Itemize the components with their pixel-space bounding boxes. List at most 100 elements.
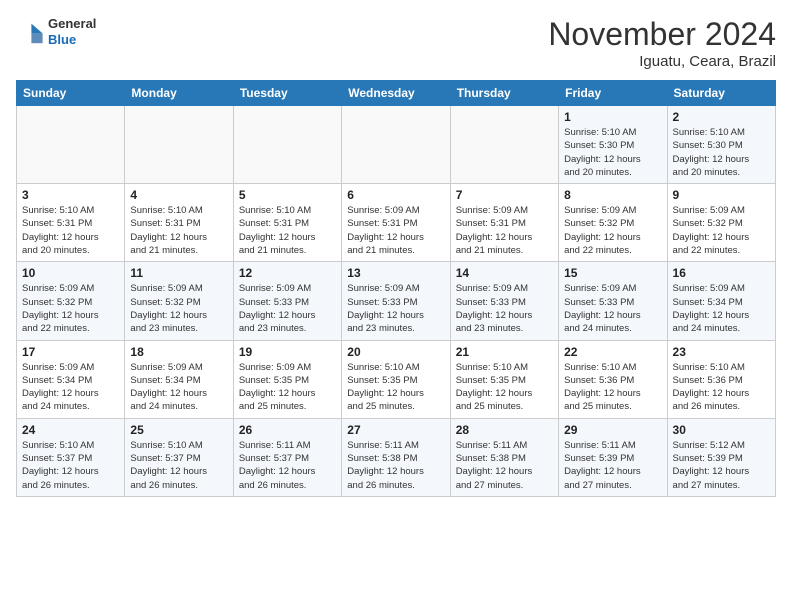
day-cell: 16 Sunrise: 5:09 AM Sunset: 5:34 PM Dayli…: [667, 262, 775, 340]
day-number: 4: [130, 188, 227, 202]
day-info: Sunrise: 5:11 AM Sunset: 5:38 PM Dayligh…: [456, 439, 553, 492]
day-info: Sunrise: 5:09 AM Sunset: 5:35 PM Dayligh…: [239, 361, 336, 414]
day-number: 18: [130, 345, 227, 359]
day-cell: 5Sunrise: 5:10 AM Sunset: 5:31 PM Daylig…: [233, 184, 341, 262]
day-cell: 23 Sunrise: 5:10 AM Sunset: 5:36 PM Dayli…: [667, 340, 775, 418]
day-info: Sunrise: 5:10 AM Sunset: 5:30 PM Dayligh…: [673, 126, 770, 179]
day-cell: 21Sunrise: 5:10 AM Sunset: 5:35 PM Dayli…: [450, 340, 558, 418]
day-cell: 28 Sunrise: 5:11 AM Sunset: 5:38 PM Dayli…: [450, 418, 558, 496]
day-info: Sunrise: 5:09 AM Sunset: 5:31 PM Dayligh…: [347, 204, 444, 257]
day-info: Sunrise: 5:09 AM Sunset: 5:31 PM Dayligh…: [456, 204, 553, 257]
day-info: Sunrise: 5:10 AM Sunset: 5:31 PM Dayligh…: [130, 204, 227, 257]
day-number: 26: [239, 423, 336, 437]
day-info: Sunrise: 5:09 AM Sunset: 5:32 PM Dayligh…: [22, 282, 119, 335]
week-row-3: 10 Sunrise: 5:09 AM Sunset: 5:32 PM Dayli…: [17, 262, 776, 340]
header-day-wednesday: Wednesday: [342, 81, 450, 106]
page-title: November 2024: [548, 16, 776, 53]
header-day-monday: Monday: [125, 81, 233, 106]
day-number: 9: [673, 188, 770, 202]
day-info: Sunrise: 5:09 AM Sunset: 5:34 PM Dayligh…: [673, 282, 770, 335]
day-cell: 29 Sunrise: 5:11 AM Sunset: 5:39 PM Dayli…: [559, 418, 667, 496]
header-day-sunday: Sunday: [17, 81, 125, 106]
logo-icon: [16, 18, 44, 46]
day-cell: 3 Sunrise: 5:10 AM Sunset: 5:31 PM Daylig…: [17, 184, 125, 262]
day-info: Sunrise: 5:09 AM Sunset: 5:33 PM Dayligh…: [239, 282, 336, 335]
day-cell: 8Sunrise: 5:09 AM Sunset: 5:32 PM Daylig…: [559, 184, 667, 262]
day-number: 2: [673, 110, 770, 124]
day-number: 16: [673, 266, 770, 280]
day-number: 21: [456, 345, 553, 359]
page-subtitle: Iguatu, Ceara, Brazil: [548, 53, 776, 70]
day-number: 11: [130, 266, 227, 280]
day-number: 29: [564, 423, 661, 437]
day-info: Sunrise: 5:09 AM Sunset: 5:34 PM Dayligh…: [130, 361, 227, 414]
day-cell: 12Sunrise: 5:09 AM Sunset: 5:33 PM Dayli…: [233, 262, 341, 340]
header-day-friday: Friday: [559, 81, 667, 106]
day-info: Sunrise: 5:09 AM Sunset: 5:33 PM Dayligh…: [456, 282, 553, 335]
day-number: 23: [673, 345, 770, 359]
header-row: SundayMondayTuesdayWednesdayThursdayFrid…: [17, 81, 776, 106]
day-number: 3: [22, 188, 119, 202]
day-info: Sunrise: 5:09 AM Sunset: 5:32 PM Dayligh…: [564, 204, 661, 257]
logo: General Blue: [16, 16, 96, 47]
logo-text: General Blue: [48, 16, 96, 47]
day-cell: 14 Sunrise: 5:09 AM Sunset: 5:33 PM Dayli…: [450, 262, 558, 340]
day-number: 25: [130, 423, 227, 437]
day-cell: 9 Sunrise: 5:09 AM Sunset: 5:32 PM Daylig…: [667, 184, 775, 262]
week-row-4: 17Sunrise: 5:09 AM Sunset: 5:34 PM Dayli…: [17, 340, 776, 418]
day-cell: [125, 106, 233, 184]
day-cell: [233, 106, 341, 184]
day-info: Sunrise: 5:10 AM Sunset: 5:37 PM Dayligh…: [130, 439, 227, 492]
calendar-table: SundayMondayTuesdayWednesdayThursdayFrid…: [16, 80, 776, 497]
page-header: General Blue November 2024 Iguatu, Ceara…: [16, 16, 776, 70]
day-info: Sunrise: 5:11 AM Sunset: 5:39 PM Dayligh…: [564, 439, 661, 492]
day-number: 1: [564, 110, 661, 124]
day-cell: 4 Sunrise: 5:10 AM Sunset: 5:31 PM Daylig…: [125, 184, 233, 262]
day-cell: [342, 106, 450, 184]
day-info: Sunrise: 5:10 AM Sunset: 5:36 PM Dayligh…: [564, 361, 661, 414]
day-cell: [17, 106, 125, 184]
day-number: 7: [456, 188, 553, 202]
week-row-2: 3 Sunrise: 5:10 AM Sunset: 5:31 PM Daylig…: [17, 184, 776, 262]
day-number: 27: [347, 423, 444, 437]
day-cell: 11 Sunrise: 5:09 AM Sunset: 5:32 PM Dayli…: [125, 262, 233, 340]
day-number: 19: [239, 345, 336, 359]
day-info: Sunrise: 5:09 AM Sunset: 5:32 PM Dayligh…: [130, 282, 227, 335]
day-cell: 20Sunrise: 5:10 AM Sunset: 5:35 PM Dayli…: [342, 340, 450, 418]
day-info: Sunrise: 5:10 AM Sunset: 5:35 PM Dayligh…: [347, 361, 444, 414]
day-cell: 30Sunrise: 5:12 AM Sunset: 5:39 PM Dayli…: [667, 418, 775, 496]
day-info: Sunrise: 5:10 AM Sunset: 5:30 PM Dayligh…: [564, 126, 661, 179]
title-block: November 2024 Iguatu, Ceara, Brazil: [548, 16, 776, 70]
day-info: Sunrise: 5:09 AM Sunset: 5:32 PM Dayligh…: [673, 204, 770, 257]
day-cell: 22 Sunrise: 5:10 AM Sunset: 5:36 PM Dayli…: [559, 340, 667, 418]
day-info: Sunrise: 5:10 AM Sunset: 5:31 PM Dayligh…: [22, 204, 119, 257]
day-number: 10: [22, 266, 119, 280]
day-info: Sunrise: 5:11 AM Sunset: 5:38 PM Dayligh…: [347, 439, 444, 492]
day-number: 30: [673, 423, 770, 437]
day-cell: 27 Sunrise: 5:11 AM Sunset: 5:38 PM Dayli…: [342, 418, 450, 496]
day-info: Sunrise: 5:11 AM Sunset: 5:37 PM Dayligh…: [239, 439, 336, 492]
header-day-saturday: Saturday: [667, 81, 775, 106]
day-cell: 13Sunrise: 5:09 AM Sunset: 5:33 PM Dayli…: [342, 262, 450, 340]
header-day-tuesday: Tuesday: [233, 81, 341, 106]
calendar-body: 1 Sunrise: 5:10 AM Sunset: 5:30 PM Daylig…: [17, 106, 776, 497]
day-cell: 2 Sunrise: 5:10 AM Sunset: 5:30 PM Daylig…: [667, 106, 775, 184]
day-number: 13: [347, 266, 444, 280]
day-cell: 25 Sunrise: 5:10 AM Sunset: 5:37 PM Dayli…: [125, 418, 233, 496]
day-cell: 24Sunrise: 5:10 AM Sunset: 5:37 PM Dayli…: [17, 418, 125, 496]
day-info: Sunrise: 5:10 AM Sunset: 5:36 PM Dayligh…: [673, 361, 770, 414]
day-number: 14: [456, 266, 553, 280]
day-number: 22: [564, 345, 661, 359]
day-number: 28: [456, 423, 553, 437]
day-info: Sunrise: 5:09 AM Sunset: 5:33 PM Dayligh…: [564, 282, 661, 335]
day-cell: 6 Sunrise: 5:09 AM Sunset: 5:31 PM Daylig…: [342, 184, 450, 262]
day-cell: 26 Sunrise: 5:11 AM Sunset: 5:37 PM Dayli…: [233, 418, 341, 496]
day-number: 15: [564, 266, 661, 280]
week-row-5: 24Sunrise: 5:10 AM Sunset: 5:37 PM Dayli…: [17, 418, 776, 496]
day-cell: 7 Sunrise: 5:09 AM Sunset: 5:31 PM Daylig…: [450, 184, 558, 262]
day-cell: 19 Sunrise: 5:09 AM Sunset: 5:35 PM Dayli…: [233, 340, 341, 418]
day-cell: 10 Sunrise: 5:09 AM Sunset: 5:32 PM Dayli…: [17, 262, 125, 340]
day-number: 6: [347, 188, 444, 202]
week-row-1: 1 Sunrise: 5:10 AM Sunset: 5:30 PM Daylig…: [17, 106, 776, 184]
day-info: Sunrise: 5:10 AM Sunset: 5:37 PM Dayligh…: [22, 439, 119, 492]
